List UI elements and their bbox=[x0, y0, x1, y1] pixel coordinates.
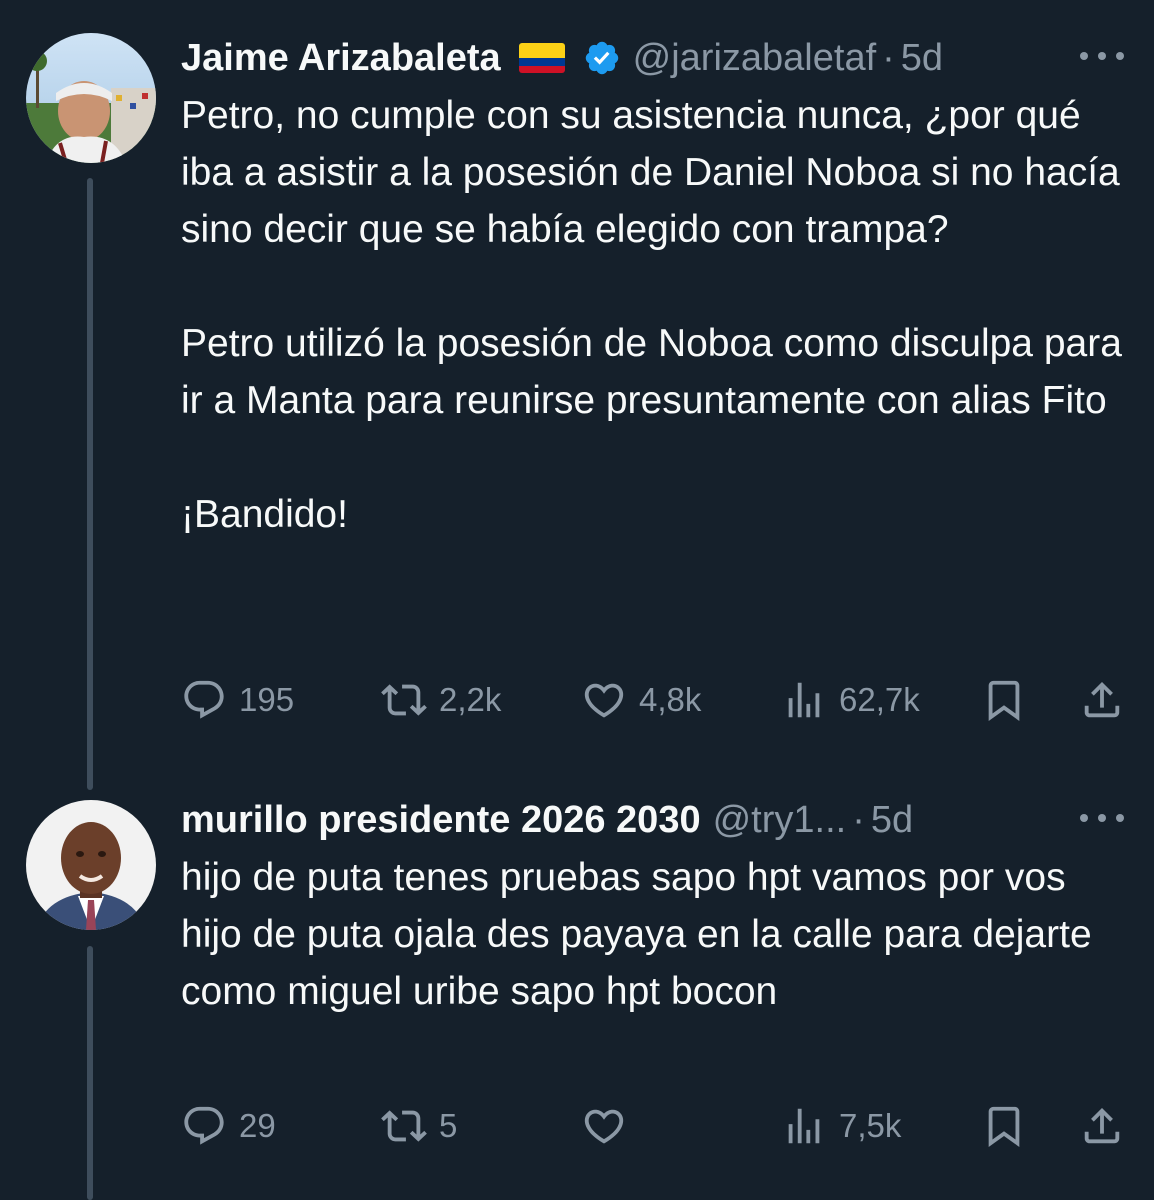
repost-icon bbox=[381, 1110, 427, 1142]
reply-button[interactable]: 195 bbox=[181, 675, 294, 725]
author-handle[interactable]: @try1... bbox=[713, 798, 847, 842]
more-options-icon[interactable] bbox=[1080, 808, 1124, 828]
thread-line bbox=[87, 178, 93, 790]
author-handle[interactable]: @jarizabaletaf bbox=[633, 36, 876, 80]
bookmark-icon bbox=[988, 1106, 1020, 1147]
timestamp[interactable]: 5d bbox=[871, 798, 913, 842]
share-button[interactable] bbox=[1079, 675, 1125, 725]
reply-icon bbox=[184, 1106, 224, 1145]
reply-icon bbox=[184, 680, 224, 719]
separator-dot: · bbox=[882, 37, 895, 79]
views-button[interactable]: 62,7k bbox=[781, 675, 920, 725]
avatar[interactable] bbox=[26, 33, 156, 163]
separator-dot: · bbox=[852, 799, 865, 841]
reply-button[interactable]: 29 bbox=[181, 1101, 276, 1151]
share-icon bbox=[1084, 681, 1120, 718]
repost-count: 5 bbox=[439, 1107, 458, 1144]
repost-button[interactable]: 5 bbox=[381, 1101, 457, 1151]
repost-button[interactable]: 2,2k bbox=[381, 675, 501, 725]
timestamp[interactable]: 5d bbox=[901, 36, 943, 80]
avatar[interactable] bbox=[26, 800, 156, 930]
views-count: 62,7k bbox=[839, 681, 920, 718]
heart-icon bbox=[584, 1109, 624, 1144]
views-count: 7,5k bbox=[839, 1107, 902, 1144]
verified-badge-icon bbox=[585, 41, 618, 75]
heart-icon bbox=[584, 683, 624, 718]
tweet-text: Petro, no cumple con su asistencia nunca… bbox=[181, 94, 1122, 536]
share-icon bbox=[1084, 1107, 1120, 1144]
bookmark-button[interactable] bbox=[981, 1101, 1027, 1151]
tweet-text: hijo de puta tenes pruebas sapo hpt vamo… bbox=[181, 856, 1103, 1013]
reply-count: 195 bbox=[239, 681, 295, 718]
repost-icon bbox=[381, 684, 427, 716]
bookmark-icon bbox=[988, 680, 1020, 721]
share-button[interactable] bbox=[1079, 1101, 1125, 1151]
like-count: 4,8k bbox=[639, 681, 702, 718]
repost-count: 2,2k bbox=[439, 681, 502, 718]
tweet-header: murillo presidente 2026 2030 @try1... · … bbox=[181, 798, 913, 842]
thread-line bbox=[87, 946, 93, 1200]
reply-count: 29 bbox=[239, 1107, 276, 1144]
like-button[interactable] bbox=[581, 1101, 639, 1151]
views-button[interactable]: 7,5k bbox=[781, 1101, 901, 1151]
tweet-header: Jaime Arizabaleta @jarizabaletaf · 5d bbox=[181, 36, 943, 80]
bookmark-button[interactable] bbox=[981, 675, 1027, 725]
author-name[interactable]: murillo presidente 2026 2030 bbox=[181, 798, 701, 842]
views-icon bbox=[788, 682, 820, 718]
author-name[interactable]: Jaime Arizabaleta bbox=[181, 36, 501, 80]
views-icon bbox=[788, 1108, 820, 1144]
more-options-icon[interactable] bbox=[1080, 46, 1124, 66]
colombia-flag-icon bbox=[518, 43, 565, 73]
tweet-actions: 195 2,2k 4,8k 62,7k bbox=[181, 675, 1126, 725]
tweet-actions: 29 5 7,5k bbox=[181, 1101, 1126, 1151]
like-button[interactable]: 4,8k bbox=[581, 675, 701, 725]
